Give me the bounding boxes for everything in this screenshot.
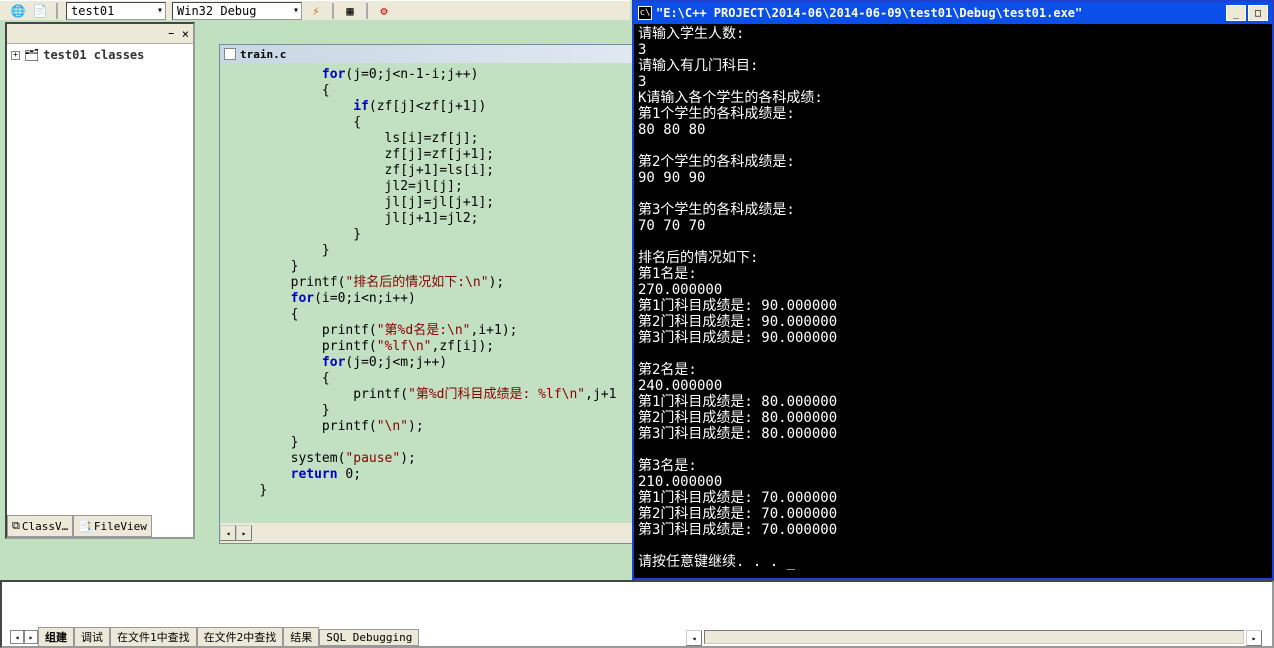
workspace-panel: ⎯ × + 🗂 test01 classes ⧉ClassV… 📑FileVie… (5, 22, 195, 539)
console-output[interactable]: 请输入学生人数: 3 请输入有几门科目: 3 K请输入各个学生的各科成绩: 第1… (634, 24, 1272, 572)
close-panel-icon[interactable]: × (182, 27, 189, 41)
scroll-left-icon[interactable]: ◂ (220, 525, 236, 541)
editor-titlebar[interactable]: train.c (220, 45, 636, 63)
editor-window: train.c for(j=0;j<n-1-i;j++) { if(zf[j]<… (219, 44, 637, 544)
tab-find1[interactable]: 在文件1中查找 (110, 627, 197, 647)
console-titlebar[interactable]: c\ "E:\C++ PROJECT\2014-06\2014-06-09\te… (634, 2, 1272, 24)
dock-icon[interactable]: ⎯ (169, 28, 174, 39)
tab-fileview[interactable]: 📑FileView (73, 515, 152, 537)
tab-sql[interactable]: SQL Debugging (319, 629, 419, 646)
tab-results[interactable]: 结果 (283, 627, 319, 647)
file-icon (224, 48, 236, 60)
tab-classview[interactable]: ⧉ClassV… (7, 515, 73, 537)
classes-folder-icon: 🗂 (24, 48, 39, 62)
book-icon[interactable]: 📄 (32, 3, 48, 19)
tree-root[interactable]: + 🗂 test01 classes (11, 48, 189, 62)
tile-icon[interactable]: ▦ (342, 3, 358, 19)
cmd-icon: c\ (638, 6, 652, 20)
fileview-icon: 📑 (78, 520, 92, 533)
classview-icon: ⧉ (12, 519, 20, 533)
editor-hscroll[interactable]: ◂ ▸ (220, 523, 636, 543)
check-icon[interactable]: ⚙ (376, 3, 392, 19)
tab-debug[interactable]: 调试 (74, 627, 110, 647)
lightning-icon[interactable]: ⚡ (308, 3, 324, 19)
config-combo[interactable]: Win32 Debug (172, 2, 302, 20)
output-panel: ◂ ▸ 组建 调试 在文件1中查找 在文件2中查找 结果 SQL Debuggi… (0, 580, 1274, 648)
tree-root-label: test01 classes (43, 48, 144, 62)
tab-scroll-left-icon[interactable]: ◂ (10, 630, 24, 644)
maximize-button[interactable]: □ (1248, 5, 1268, 21)
output-tabs: ◂ ▸ 组建 调试 在文件1中查找 在文件2中查找 结果 SQL Debuggi… (10, 628, 419, 646)
workspace-tabs: ⧉ClassV… 📑FileView (7, 515, 152, 537)
main-toolbar: 🌐 📄 test01 Win32 Debug ⚡ ▦ ⚙ (0, 0, 630, 20)
project-combo[interactable]: test01 (66, 2, 166, 20)
scroll-right-icon[interactable]: ▸ (236, 525, 252, 541)
output-hscroll[interactable]: ◂ ▸ (686, 630, 1262, 646)
globals-icon[interactable]: 🌐 (10, 3, 26, 19)
out-scroll-right-icon[interactable]: ▸ (1246, 630, 1262, 646)
out-scroll-left-icon[interactable]: ◂ (686, 630, 702, 646)
tab-find2[interactable]: 在文件2中查找 (197, 627, 284, 647)
console-title-text: "E:\C++ PROJECT\2014-06\2014-06-09\test0… (656, 6, 1226, 20)
editor-filename: train.c (240, 48, 286, 61)
tab-scroll-right-icon[interactable]: ▸ (24, 630, 38, 644)
minimize-button[interactable]: _ (1226, 5, 1246, 21)
editor-area: train.c for(j=0;j<n-1-i;j++) { if(zf[j]<… (200, 22, 630, 539)
code-editor[interactable]: for(j=0;j<n-1-i;j++) { if(zf[j]<zf[j+1])… (220, 63, 636, 523)
class-tree[interactable]: + 🗂 test01 classes (7, 44, 193, 519)
window-buttons: _ □ (1226, 5, 1268, 21)
console-window: c\ "E:\C++ PROJECT\2014-06\2014-06-09\te… (632, 0, 1274, 580)
workspace-panel-header: ⎯ × (7, 24, 193, 44)
expand-icon[interactable]: + (11, 51, 20, 60)
tab-build[interactable]: 组建 (38, 627, 74, 647)
